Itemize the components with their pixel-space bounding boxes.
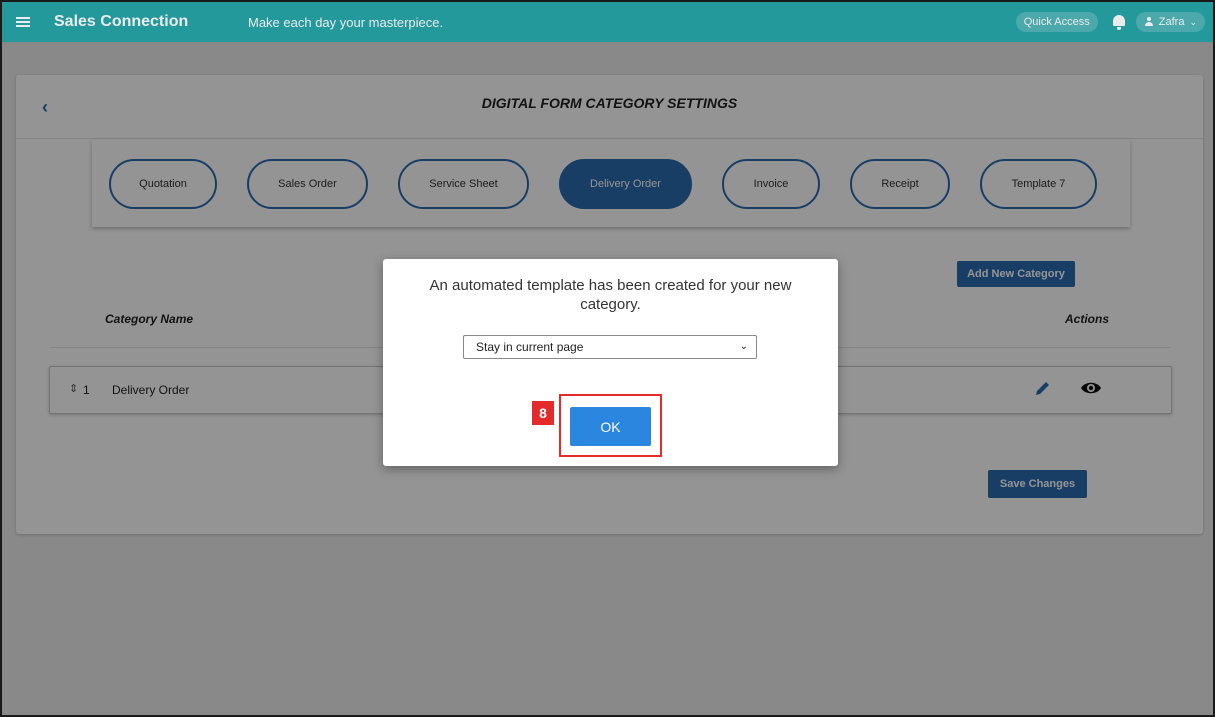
app-window: Sales Connection Make each day your mast… [0,0,1215,717]
ok-button[interactable]: OK [570,407,651,446]
topbar-shade [2,2,1213,42]
chevron-down-icon: ⌄ [739,341,748,352]
select-value: Stay in current page [476,340,584,354]
navigation-select[interactable]: Stay in current page ⌄ [463,335,757,359]
confirmation-dialog: An automated template has been created f… [383,259,838,466]
step-badge: 8 [532,401,554,425]
dialog-message: An automated template has been created f… [429,277,792,313]
